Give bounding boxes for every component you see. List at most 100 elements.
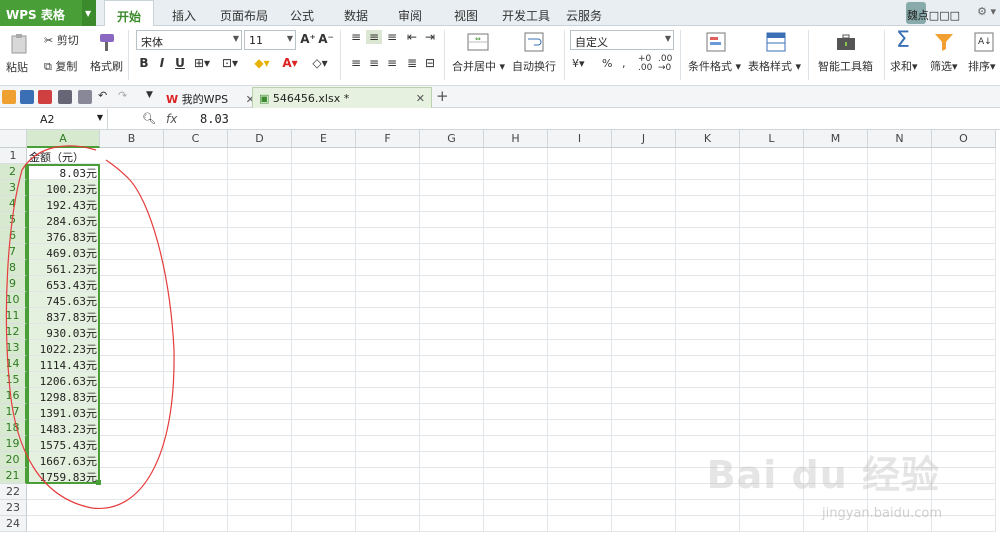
cell[interactable]: [932, 164, 996, 180]
cell[interactable]: [164, 212, 228, 228]
cell[interactable]: [740, 420, 804, 436]
cell[interactable]: [932, 260, 996, 276]
cell[interactable]: [420, 404, 484, 420]
cell[interactable]: [868, 228, 932, 244]
settings-icon[interactable]: ⚙ ▾: [977, 5, 996, 18]
toolbox-icon[interactable]: [834, 30, 858, 54]
row-header[interactable]: 17: [0, 404, 27, 420]
smart-toolbox-button[interactable]: 智能工具箱: [818, 58, 873, 74]
cell[interactable]: [164, 404, 228, 420]
cell[interactable]: [484, 212, 548, 228]
cell[interactable]: [676, 292, 740, 308]
cell[interactable]: [612, 308, 676, 324]
cell[interactable]: [484, 244, 548, 260]
percent-button[interactable]: %: [602, 57, 612, 70]
cell[interactable]: [804, 308, 868, 324]
cell[interactable]: [228, 180, 292, 196]
amount-cell[interactable]: 192.43元: [27, 196, 100, 212]
cell[interactable]: [740, 516, 804, 532]
cell[interactable]: [420, 276, 484, 292]
cell[interactable]: [484, 484, 548, 500]
column-header-i[interactable]: I: [548, 130, 612, 148]
cell[interactable]: [356, 484, 420, 500]
cell[interactable]: [484, 260, 548, 276]
amount-cell[interactable]: 1298.83元: [27, 388, 100, 404]
cell[interactable]: [356, 372, 420, 388]
column-header-e[interactable]: E: [292, 130, 356, 148]
cell[interactable]: [548, 484, 612, 500]
cell[interactable]: [612, 180, 676, 196]
copy-button[interactable]: ⧉ 复制: [44, 58, 77, 74]
cell[interactable]: [740, 180, 804, 196]
column-header-j[interactable]: J: [612, 130, 676, 148]
cell[interactable]: [292, 372, 356, 388]
tab-cloud[interactable]: 云服务: [562, 0, 606, 26]
row-header[interactable]: 23: [0, 500, 27, 516]
cell[interactable]: [164, 276, 228, 292]
decrease-decimal-icon[interactable]: .00 →0: [658, 55, 672, 73]
cell[interactable]: [164, 484, 228, 500]
cell[interactable]: [164, 308, 228, 324]
cell[interactable]: [356, 468, 420, 484]
cell[interactable]: [484, 404, 548, 420]
cell[interactable]: [420, 164, 484, 180]
cell[interactable]: [804, 180, 868, 196]
cell[interactable]: [356, 180, 420, 196]
cell[interactable]: [612, 516, 676, 532]
cell[interactable]: [292, 356, 356, 372]
cell[interactable]: [356, 196, 420, 212]
cell[interactable]: [164, 292, 228, 308]
cell[interactable]: [740, 500, 804, 516]
cell[interactable]: [740, 196, 804, 212]
cell[interactable]: [164, 420, 228, 436]
fill-color-icon[interactable]: ◆▾: [254, 56, 270, 70]
cell[interactable]: [804, 148, 868, 164]
cell[interactable]: [548, 468, 612, 484]
cut-button[interactable]: ✂ 剪切: [44, 32, 79, 48]
cell[interactable]: [100, 308, 164, 324]
amount-cell[interactable]: 653.43元: [27, 276, 100, 292]
cell[interactable]: [868, 324, 932, 340]
cell[interactable]: [740, 212, 804, 228]
cell[interactable]: [356, 228, 420, 244]
cell[interactable]: [484, 420, 548, 436]
cell[interactable]: [228, 276, 292, 292]
cell[interactable]: [548, 356, 612, 372]
doc-tab-546456[interactable]: ▣ 546456.xlsx * ✕: [252, 87, 432, 108]
cell-style-icon[interactable]: ⊡▾: [222, 56, 238, 70]
row-header[interactable]: 2: [0, 164, 27, 180]
cell[interactable]: [292, 388, 356, 404]
cell[interactable]: [676, 148, 740, 164]
cell[interactable]: [484, 164, 548, 180]
cell[interactable]: [100, 244, 164, 260]
cell[interactable]: [868, 356, 932, 372]
cell[interactable]: [164, 500, 228, 516]
cell[interactable]: [356, 148, 420, 164]
cell[interactable]: [164, 180, 228, 196]
cell[interactable]: [292, 308, 356, 324]
cell[interactable]: [612, 164, 676, 180]
redo-icon[interactable]: ↷: [118, 89, 127, 102]
cell[interactable]: [420, 468, 484, 484]
cell[interactable]: [228, 292, 292, 308]
align-middle-icon[interactable]: ≡: [366, 30, 382, 44]
cell[interactable]: [228, 420, 292, 436]
cell[interactable]: [164, 356, 228, 372]
cell[interactable]: [612, 324, 676, 340]
cell[interactable]: [932, 308, 996, 324]
cell[interactable]: [740, 164, 804, 180]
cell[interactable]: [868, 292, 932, 308]
amount-cell[interactable]: 561.23元: [27, 260, 100, 276]
amount-cell[interactable]: 745.63元: [27, 292, 100, 308]
cell[interactable]: [100, 356, 164, 372]
cell[interactable]: [676, 180, 740, 196]
cell[interactable]: [228, 516, 292, 532]
cell[interactable]: [612, 484, 676, 500]
amount-cell[interactable]: 376.83元: [27, 228, 100, 244]
cell[interactable]: [868, 308, 932, 324]
tab-review[interactable]: 审阅: [390, 0, 430, 26]
increase-decimal-icon[interactable]: +0.00: [638, 55, 652, 73]
cell[interactable]: [484, 356, 548, 372]
distributed-icon[interactable]: ⊟: [422, 56, 438, 70]
row-header[interactable]: 15: [0, 372, 27, 388]
